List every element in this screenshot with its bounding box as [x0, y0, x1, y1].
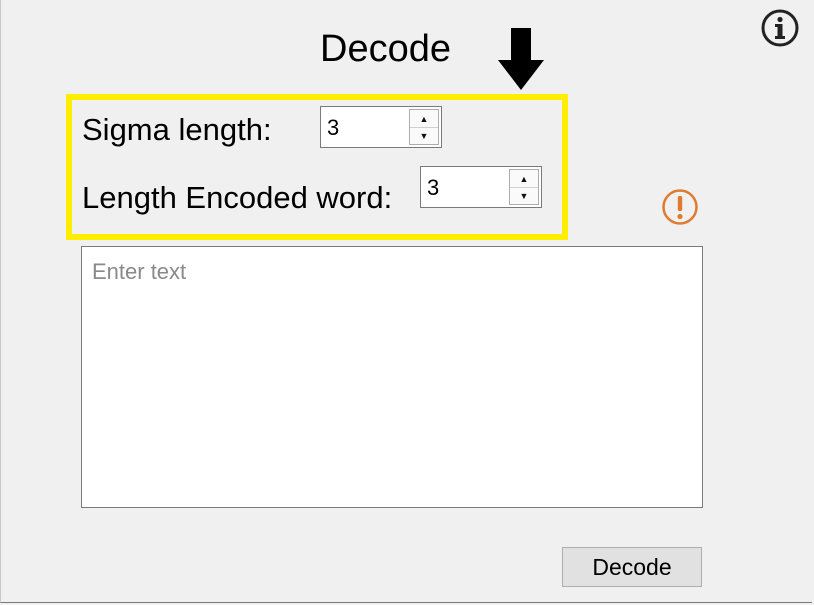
sigma-length-spinbox[interactable]: 3 ▲ ▼	[320, 106, 442, 148]
length-stepper: ▲ ▼	[509, 169, 539, 205]
length-encoded-word-label: Length Encoded word:	[82, 180, 393, 215]
down-arrow-icon	[498, 28, 544, 92]
decode-button[interactable]: Decode	[562, 547, 702, 587]
warning-icon	[660, 187, 700, 227]
sigma-decrement-button[interactable]: ▼	[410, 127, 438, 144]
text-input-placeholder: Enter text	[92, 259, 187, 284]
sigma-length-label: Sigma length:	[82, 112, 272, 147]
text-input-area[interactable]: Enter text	[81, 246, 703, 508]
sigma-length-stepper: ▲ ▼	[409, 109, 439, 145]
sigma-increment-button[interactable]: ▲	[410, 110, 438, 128]
sigma-length-value[interactable]: 3	[327, 115, 339, 141]
page-title: Decode	[320, 28, 451, 70]
info-icon[interactable]	[760, 8, 800, 48]
length-encoded-word-value[interactable]: 3	[427, 175, 439, 201]
length-increment-button[interactable]: ▲	[510, 170, 538, 188]
length-encoded-word-spinbox[interactable]: 3 ▲ ▼	[420, 166, 542, 208]
length-decrement-button[interactable]: ▼	[510, 187, 538, 204]
